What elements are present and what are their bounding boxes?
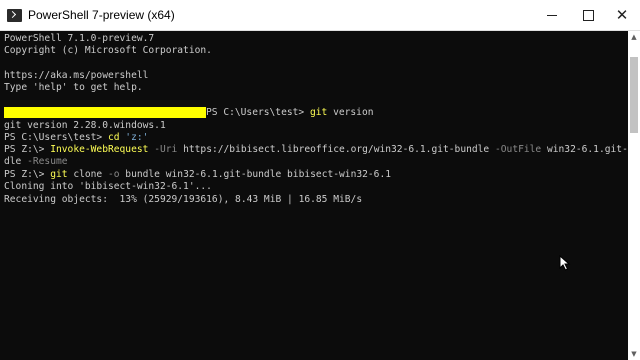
command-args: bundle win32-6.1.git-bundle bibisect-win… bbox=[119, 169, 391, 180]
copyright-text: Copyright (c) Microsoft Corporation. bbox=[4, 45, 212, 56]
terminal-line: Type 'help' to get help. bbox=[4, 82, 143, 94]
git-version-output: git version 2.28.0.windows.1 bbox=[4, 120, 166, 131]
terminal-line: git version 2.28.0.windows.1 bbox=[4, 120, 166, 132]
maximize-icon bbox=[582, 10, 594, 21]
terminal-output[interactable]: PowerShell 7.1.0-preview.7 Copyright (c)… bbox=[0, 31, 628, 360]
vertical-scrollbar[interactable]: ▲ ▼ bbox=[628, 31, 640, 360]
mouse-cursor-icon bbox=[559, 255, 571, 271]
receive-progress: Receiving objects: 13% (25929/193616), 8… bbox=[4, 194, 363, 205]
terminal-line: PowerShell 7.1.0-preview.7 bbox=[4, 33, 154, 45]
command-args: clone bbox=[67, 169, 103, 180]
terminal-line: Cloning into 'bibisect-win32-6.1'... bbox=[4, 181, 212, 193]
parameter: -o bbox=[102, 169, 120, 180]
command-args: 'z:' bbox=[119, 132, 149, 143]
terminal-line: https://aka.ms/powershell bbox=[4, 70, 148, 82]
parameter-value: win32-6.1.git-bun bbox=[546, 144, 628, 155]
powershell-link[interactable]: https://aka.ms/powershell bbox=[4, 70, 148, 81]
parameter-value: dle bbox=[4, 156, 22, 167]
parameter: -Uri bbox=[148, 144, 178, 155]
scroll-thumb[interactable] bbox=[630, 57, 638, 133]
parameter-value: https://bibisect.libreoffice.org/win32-6… bbox=[177, 144, 490, 155]
help-hint: Type 'help' to get help. bbox=[4, 82, 143, 93]
close-icon: ✕ bbox=[615, 6, 629, 24]
command-args: version bbox=[327, 107, 374, 118]
terminal-line: Copyright (c) Microsoft Corporation. bbox=[4, 45, 212, 57]
window-title: PowerShell 7-preview (x64) bbox=[28, 8, 175, 22]
prompt: PS Z:\> bbox=[4, 169, 51, 180]
terminal-line: PS Z:\> Invoke-WebRequest -Uri https://b… bbox=[4, 144, 628, 156]
highlight-redaction bbox=[4, 107, 206, 118]
minimize-icon bbox=[547, 15, 557, 16]
terminal-line: PS C:\Users\test> git version bbox=[4, 107, 374, 119]
prompt: PS C:\Users\test> bbox=[206, 107, 310, 118]
terminal-line: PS Z:\> git clone -o bundle win32-6.1.gi… bbox=[4, 169, 391, 181]
prompt: PS Z:\> bbox=[4, 144, 51, 155]
minimize-button[interactable] bbox=[532, 0, 572, 31]
parameter: -Resume bbox=[21, 156, 68, 167]
prompt: PS C:\Users\test> bbox=[4, 132, 108, 143]
powershell-icon bbox=[7, 9, 22, 22]
terminal-line: Receiving objects: 13% (25929/193616), 8… bbox=[4, 194, 362, 206]
command: cd bbox=[107, 132, 120, 143]
command: git bbox=[50, 169, 68, 180]
terminal-line: dle -Resume bbox=[4, 156, 68, 168]
parameter: -OutFile bbox=[489, 144, 542, 155]
title-bar: PowerShell 7-preview (x64) ✕ bbox=[0, 0, 640, 31]
clone-status: Cloning into 'bibisect-win32-6.1'... bbox=[4, 181, 212, 192]
command: git bbox=[309, 107, 328, 118]
scroll-down-icon[interactable]: ▼ bbox=[628, 348, 640, 360]
scroll-up-icon[interactable]: ▲ bbox=[628, 31, 640, 43]
terminal-line: PS C:\Users\test> cd 'z:' bbox=[4, 132, 148, 144]
version-banner: PowerShell 7.1.0-preview.7 bbox=[4, 33, 155, 44]
close-button[interactable]: ✕ bbox=[602, 0, 640, 31]
command: Invoke-WebRequest bbox=[50, 144, 149, 155]
